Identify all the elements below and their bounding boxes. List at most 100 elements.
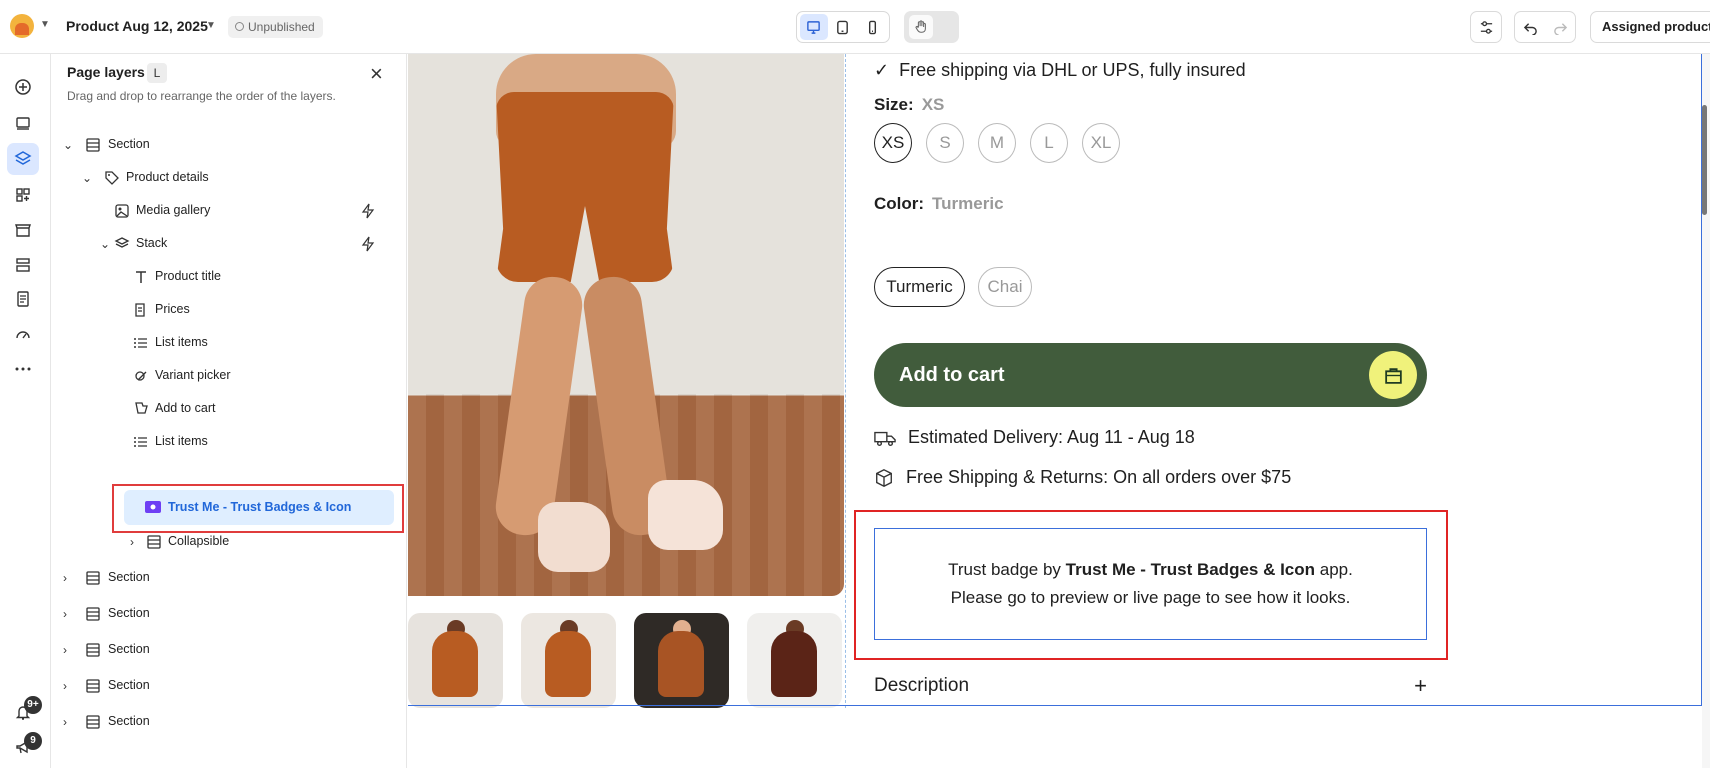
size-option[interactable]: XS bbox=[874, 123, 912, 163]
text-icon bbox=[136, 271, 146, 283]
templates-icon[interactable] bbox=[12, 254, 34, 276]
chevron-down-icon[interactable]: ▼ bbox=[206, 20, 216, 31]
chevron-right-icon[interactable]: › bbox=[63, 715, 75, 729]
shopping-bag-icon bbox=[1369, 351, 1417, 399]
pages-icon[interactable] bbox=[12, 288, 34, 310]
delivery-text: Estimated Delivery: Aug 11 - Aug 18 bbox=[908, 427, 1195, 447]
color-label-row: Color: Turmeric bbox=[874, 194, 1004, 214]
layer-label: Section bbox=[108, 714, 150, 728]
trust-app-name: Trust Me - Trust Badges & Icon bbox=[1065, 560, 1316, 579]
chevron-down-icon[interactable]: ⌄ bbox=[82, 171, 94, 185]
layer-label: Media gallery bbox=[136, 203, 211, 217]
redo-icon[interactable] bbox=[1553, 20, 1568, 35]
left-icon-rail: 9+ 9 bbox=[0, 54, 51, 768]
layer-stack[interactable]: ⌄ Stack bbox=[100, 229, 404, 259]
product-shorts bbox=[496, 92, 674, 282]
description-label: Description bbox=[874, 675, 970, 696]
thumbnail-figure bbox=[545, 631, 591, 697]
add-to-cart-button[interactable]: Add to cart bbox=[874, 343, 1427, 407]
tablet-icon[interactable] bbox=[829, 14, 857, 40]
layer-label: Trust Me - Trust Badges & Icon bbox=[168, 500, 352, 514]
variant-icon bbox=[135, 371, 147, 381]
plus-icon[interactable]: + bbox=[1414, 666, 1427, 706]
cart-label: Add to cart bbox=[899, 364, 1005, 386]
layer-label: Add to cart bbox=[155, 401, 216, 415]
thumbnail-image[interactable] bbox=[634, 613, 729, 708]
trust-badge-placeholder[interactable]: Trust badge by Trust Me - Trust Badges &… bbox=[874, 528, 1427, 640]
preview-canvas: ✓ Free shipping via DHL or UPS, fully in… bbox=[408, 54, 1710, 768]
section-guide bbox=[408, 705, 1701, 706]
canvas-scrollbar[interactable] bbox=[1702, 54, 1710, 768]
section-icon bbox=[86, 571, 100, 585]
layer-label: Stack bbox=[136, 236, 168, 250]
sneaker bbox=[648, 480, 723, 550]
color-label: Color: bbox=[874, 194, 925, 213]
thumbnail-image[interactable] bbox=[521, 613, 616, 708]
chevron-down-icon[interactable]: ⌄ bbox=[100, 237, 112, 251]
hand-icon[interactable] bbox=[909, 15, 933, 39]
layers-icon[interactable] bbox=[7, 143, 39, 175]
apps-icon[interactable] bbox=[12, 184, 34, 206]
price-icon bbox=[135, 303, 145, 317]
add-icon[interactable] bbox=[12, 76, 34, 98]
shipping-text: Free shipping via DHL or UPS, fully insu… bbox=[899, 60, 1246, 80]
chevron-down-icon[interactable]: ▼ bbox=[40, 19, 50, 30]
layer-label: Section bbox=[108, 570, 150, 584]
size-option[interactable]: L bbox=[1030, 123, 1068, 163]
thumbnail-figure bbox=[432, 631, 478, 697]
section-icon bbox=[86, 607, 100, 621]
section-icon bbox=[86, 715, 100, 729]
shipping-list-item: ✓ Free shipping via DHL or UPS, fully in… bbox=[874, 60, 1246, 81]
chevron-right-icon[interactable]: › bbox=[63, 679, 75, 693]
undo-icon[interactable] bbox=[1523, 20, 1538, 35]
bolt-icon[interactable] bbox=[360, 236, 376, 252]
panel-title: Page layers bbox=[67, 64, 145, 80]
device-switcher bbox=[796, 11, 890, 43]
status-badge: Unpublished bbox=[228, 16, 323, 38]
list-icon bbox=[134, 338, 147, 348]
sections-icon[interactable] bbox=[12, 112, 34, 134]
size-option[interactable]: M bbox=[978, 123, 1016, 163]
scrollbar-thumb[interactable] bbox=[1702, 105, 1707, 215]
chevron-right-icon[interactable]: › bbox=[63, 607, 75, 621]
chevron-right-icon[interactable]: › bbox=[130, 535, 142, 549]
desktop-icon[interactable] bbox=[799, 14, 828, 40]
layer-label: List items bbox=[155, 335, 208, 349]
size-option[interactable]: XL bbox=[1082, 123, 1120, 163]
size-label-row: Size: XS bbox=[874, 95, 944, 115]
mobile-icon[interactable] bbox=[858, 14, 886, 40]
layer-label: Variant picker bbox=[155, 368, 231, 382]
close-icon[interactable]: × bbox=[370, 63, 383, 85]
chevron-down-icon[interactable]: ⌄ bbox=[63, 138, 75, 152]
description-collapsible[interactable]: Description + bbox=[874, 666, 1427, 706]
pan-toggle[interactable] bbox=[904, 11, 959, 43]
notification-count-badge: 9+ bbox=[24, 696, 42, 714]
section-icon bbox=[86, 643, 100, 657]
speed-icon[interactable] bbox=[12, 323, 34, 345]
thumbnail-image[interactable] bbox=[408, 613, 503, 708]
size-option[interactable]: S bbox=[926, 123, 964, 163]
returns-row: Free Shipping & Returns: On all orders o… bbox=[874, 467, 1291, 488]
layer-media-gallery[interactable]: Media gallery bbox=[114, 196, 404, 226]
more-icon[interactable] bbox=[12, 358, 34, 380]
bolt-icon[interactable] bbox=[360, 203, 376, 219]
color-option[interactable]: Chai bbox=[978, 267, 1032, 307]
cart-icon bbox=[135, 402, 148, 414]
selected-color: Turmeric bbox=[932, 194, 1004, 213]
check-icon: ✓ bbox=[874, 60, 890, 80]
settings-sliders-icon[interactable] bbox=[1470, 11, 1502, 43]
package-icon bbox=[876, 468, 892, 487]
trust-prefix: Trust badge by bbox=[948, 560, 1061, 579]
trust-suffix: app. bbox=[1319, 560, 1353, 579]
chevron-right-icon[interactable]: › bbox=[63, 643, 75, 657]
page-title[interactable]: Product Aug 12, 2025 bbox=[66, 18, 208, 34]
store-icon[interactable] bbox=[12, 219, 34, 241]
layer-label: Section bbox=[108, 678, 150, 692]
chevron-right-icon[interactable]: › bbox=[63, 571, 75, 585]
assigned-products-button[interactable]: Assigned products bbox=[1590, 11, 1710, 43]
product-main-image[interactable] bbox=[408, 54, 844, 596]
store-logo[interactable] bbox=[10, 14, 34, 38]
app-icon bbox=[145, 501, 161, 513]
thumbnail-image[interactable] bbox=[747, 613, 842, 708]
color-option[interactable]: Turmeric bbox=[874, 267, 965, 307]
